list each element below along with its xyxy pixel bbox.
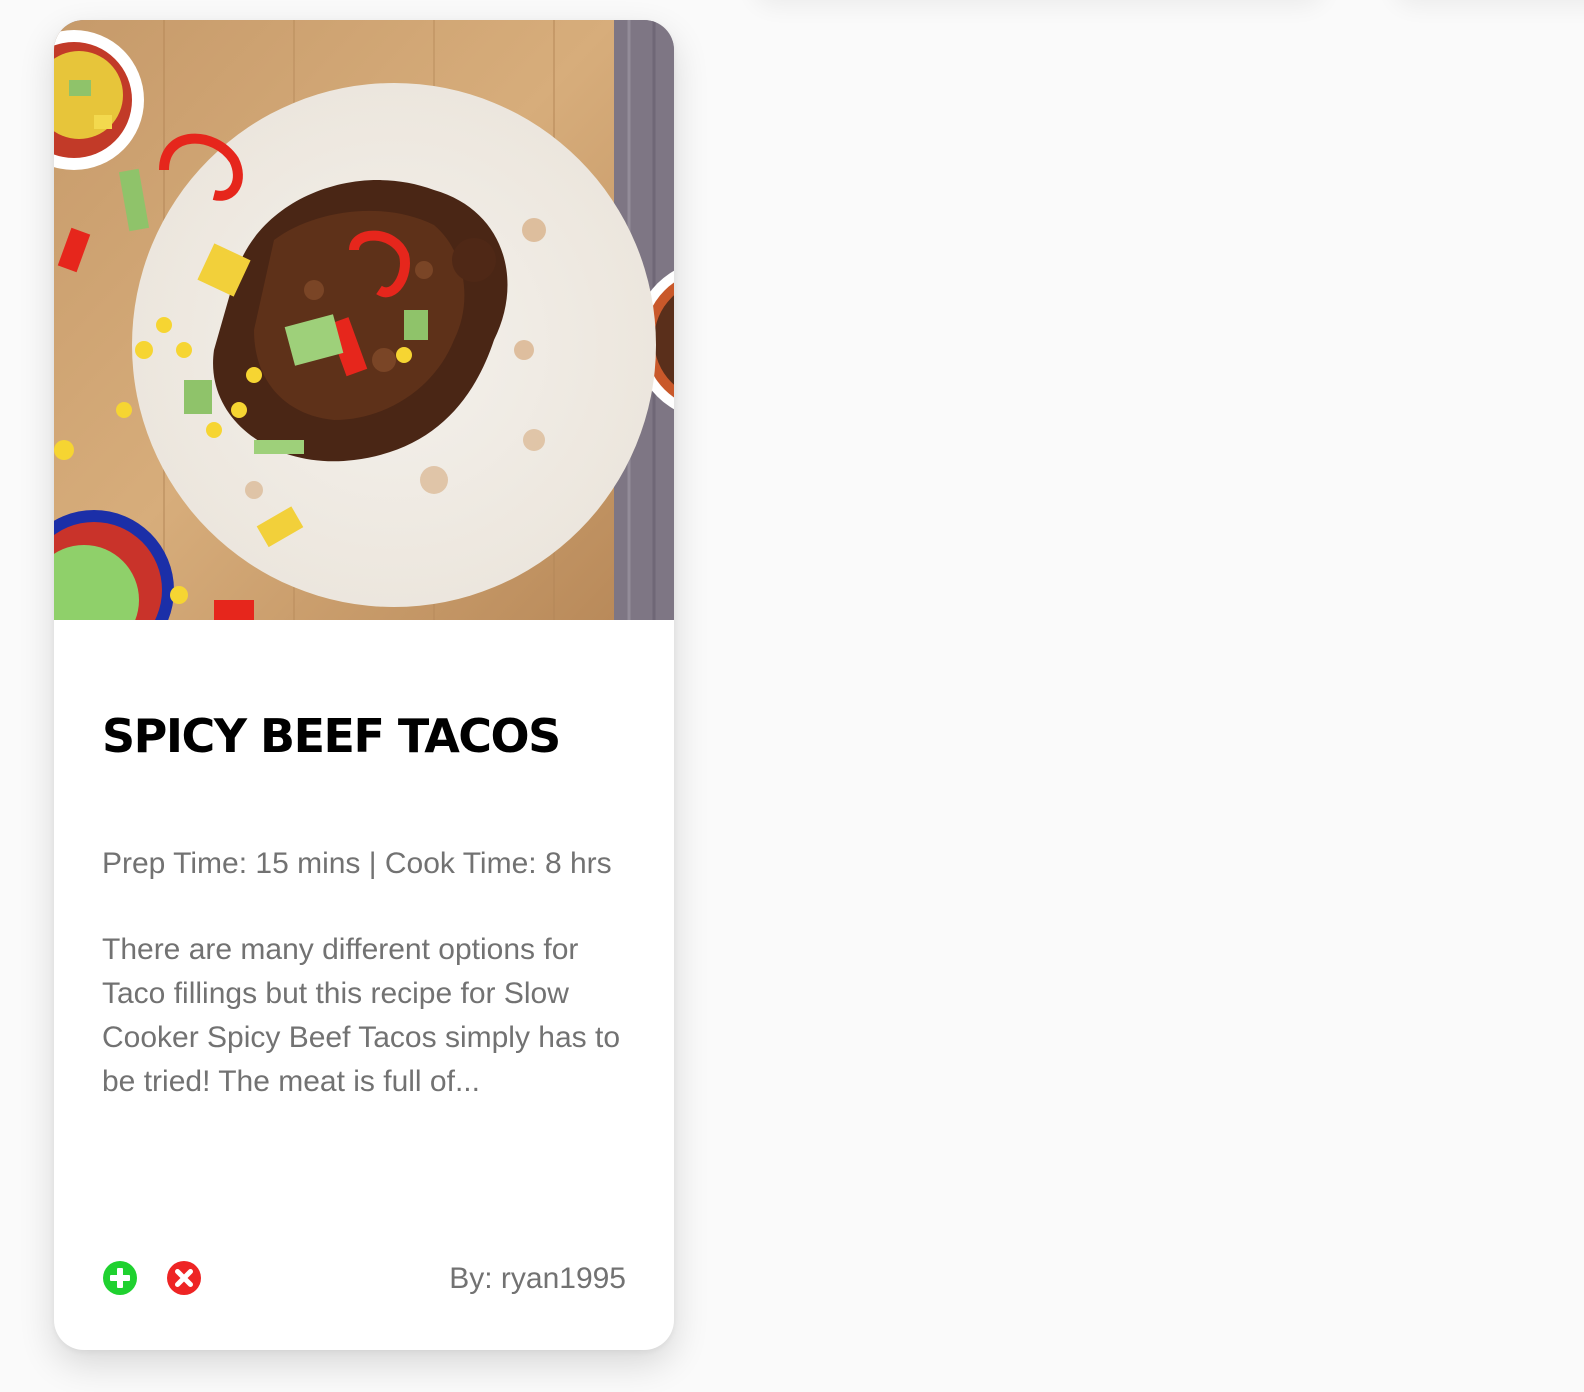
recipe-description: There are many different options for Tac… bbox=[102, 933, 621, 1098]
recipe-author[interactable]: By: ryan1995 bbox=[449, 1262, 626, 1296]
recipe-page: SPICY BEEF TACOS Prep Time: 15 mins | Co… bbox=[0, 0, 1584, 1392]
recipe-card-body: SPICY BEEF TACOS Prep Time: 15 mins | Co… bbox=[102, 620, 632, 1104]
recipe-card-footer: By: ryan1995 bbox=[102, 1260, 626, 1300]
x-circle-icon bbox=[167, 1261, 201, 1295]
add-recipe-button[interactable] bbox=[102, 1260, 138, 1296]
plus-circle-icon bbox=[103, 1261, 137, 1295]
recipe-card[interactable]: SPICY BEEF TACOS Prep Time: 15 mins | Co… bbox=[54, 20, 674, 1350]
recipe-photo bbox=[54, 20, 674, 620]
recipe-time-info: Prep Time: 15 mins | Cook Time: 8 hrs bbox=[102, 847, 612, 880]
recipe-title[interactable]: SPICY BEEF TACOS bbox=[102, 708, 632, 764]
remove-recipe-button[interactable] bbox=[166, 1260, 202, 1296]
